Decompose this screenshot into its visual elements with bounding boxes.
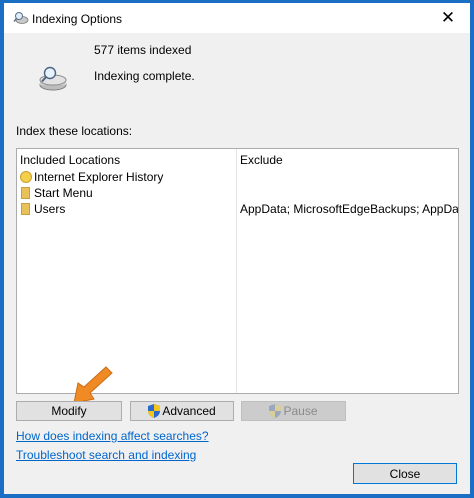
indexing-drive-icon xyxy=(39,66,67,91)
advanced-label: Advanced xyxy=(162,404,216,418)
locations-list[interactable]: Included Locations Exclude Internet Expl… xyxy=(16,148,459,394)
how-indexing-affects-searches-link[interactable]: How does indexing affect searches? xyxy=(16,429,209,443)
modify-label: Modify xyxy=(51,404,87,418)
troubleshoot-search-link[interactable]: Troubleshoot search and indexing xyxy=(16,448,196,462)
close-label: Close xyxy=(389,466,421,481)
location-name: Start Menu xyxy=(34,186,93,200)
location-row-start-menu[interactable]: Start Menu xyxy=(17,185,458,201)
indexing-status: Indexing complete. xyxy=(94,69,195,83)
location-name: Internet Explorer History xyxy=(34,170,164,184)
folder-icon xyxy=(21,187,30,199)
location-name: Users xyxy=(34,202,66,216)
close-window-button[interactable]: ✕ xyxy=(426,3,470,33)
window-title: Indexing Options xyxy=(32,12,123,26)
uac-shield-icon xyxy=(269,404,282,418)
close-button[interactable]: Close xyxy=(353,463,457,484)
location-exclude: AppData; MicrosoftEdgeBackups; AppData xyxy=(240,202,459,216)
location-row-ie-history[interactable]: Internet Explorer History xyxy=(17,169,458,185)
title-bar[interactable]: Indexing Options ✕ xyxy=(4,3,470,33)
folder-icon xyxy=(21,203,30,215)
location-row-users[interactable]: Users AppData; MicrosoftEdgeBackups; App… xyxy=(17,201,458,217)
uac-shield-icon xyxy=(148,404,161,418)
modify-button[interactable]: Modify xyxy=(16,401,122,421)
indexing-options-window: Indexing Options ✕ 577 items indexed Ind… xyxy=(4,3,470,494)
indexing-app-icon xyxy=(13,12,29,24)
pause-button[interactable]: Pause xyxy=(241,401,346,421)
column-header-included[interactable]: Included Locations xyxy=(20,153,120,167)
advanced-button[interactable]: Advanced xyxy=(130,401,234,421)
pause-label: Pause xyxy=(283,404,318,418)
index-locations-label: Index these locations: xyxy=(16,124,133,138)
items-indexed-count: 577 items indexed xyxy=(94,43,192,57)
ie-history-icon xyxy=(20,171,32,183)
column-header-exclude[interactable]: Exclude xyxy=(240,153,283,167)
